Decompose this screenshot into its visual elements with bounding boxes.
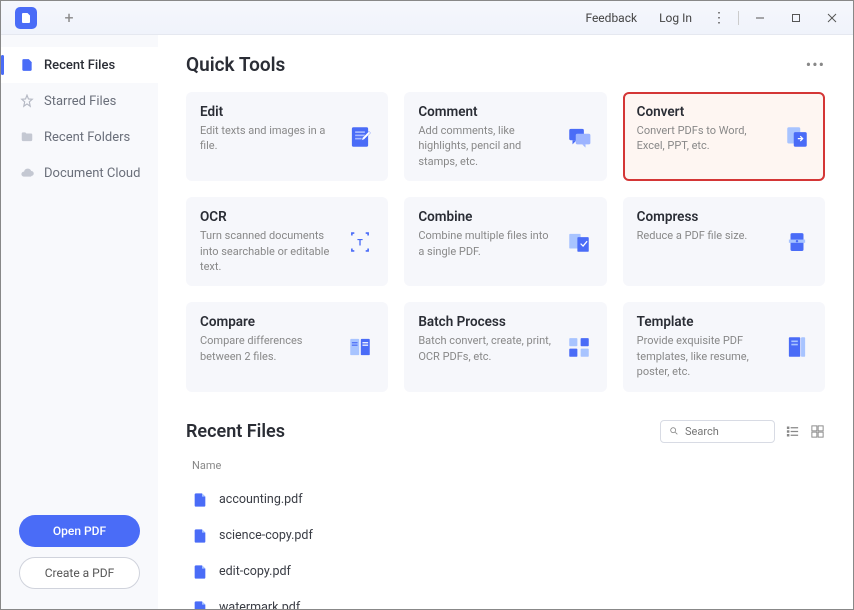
tool-card-batch-process[interactable]: Batch Process Batch convert, create, prin… — [404, 302, 606, 391]
tool-card-convert[interactable]: Convert Convert PDFs to Word, Excel, PPT,… — [623, 92, 825, 181]
open-pdf-button[interactable]: Open PDF — [19, 515, 140, 547]
pdf-file-icon — [192, 527, 208, 545]
tool-card-ocr[interactable]: OCR Turn scanned documents into searchabl… — [186, 197, 388, 286]
titlebar: + Feedback Log In ⋮ — [1, 1, 853, 35]
sidebar-item-label: Starred Files — [44, 94, 116, 109]
tool-title: Comment — [418, 104, 554, 120]
sidebar-item-label: Recent Folders — [44, 130, 130, 145]
tool-title: Compress — [637, 209, 773, 225]
tool-title: OCR — [200, 209, 336, 225]
tool-card-combine[interactable]: Combine Combine multiple files into a sin… — [404, 197, 606, 286]
close-button[interactable] — [815, 3, 849, 33]
tool-card-edit[interactable]: Edit Edit texts and images in a file. — [186, 92, 388, 181]
tool-desc: Compare differences between 2 files. — [200, 333, 336, 364]
ocr-icon: T — [346, 228, 374, 256]
search-icon — [669, 425, 679, 437]
batch-icon — [565, 333, 593, 361]
pdf-file-icon — [192, 491, 208, 509]
recent-files-title: Recent Files — [186, 421, 285, 442]
tool-desc: Edit texts and images in a file. — [200, 123, 336, 154]
search-box[interactable] — [660, 420, 775, 443]
tool-desc: Turn scanned documents into searchable o… — [200, 228, 336, 274]
template-icon — [783, 333, 811, 361]
file-row[interactable]: accounting.pdf — [186, 482, 825, 518]
file-name: edit-copy.pdf — [219, 564, 291, 579]
tool-desc: Add comments, like highlights, pencil an… — [418, 123, 554, 169]
tool-desc: Batch convert, create, print, OCR PDFs, … — [418, 333, 554, 364]
titlebar-menu-icon[interactable]: ⋮ — [704, 10, 734, 26]
sidebar-item-recent-files[interactable]: Recent Files — [1, 47, 158, 83]
pdf-file-icon — [192, 563, 208, 581]
tool-card-template[interactable]: Template Provide exquisite PDF templates,… — [623, 302, 825, 391]
combine-icon — [565, 228, 593, 256]
file-row[interactable]: science-copy.pdf — [186, 518, 825, 554]
tool-desc: Combine multiple files into a single PDF… — [418, 228, 554, 259]
divider — [738, 11, 739, 25]
file-name: accounting.pdf — [219, 492, 303, 507]
minimize-button[interactable] — [743, 3, 777, 33]
tool-title: Batch Process — [418, 314, 554, 330]
sidebar: Recent Files Starred Files Recent Folder… — [1, 35, 158, 609]
compress-icon — [783, 228, 811, 256]
tool-desc: Provide exquisite PDF templates, like re… — [637, 333, 773, 379]
file-row[interactable]: watermark.pdf — [186, 590, 825, 609]
edit-icon — [346, 123, 374, 151]
tool-title: Convert — [637, 104, 773, 120]
svg-text:T: T — [358, 238, 364, 248]
tool-title: Combine — [418, 209, 554, 225]
comment-icon — [565, 123, 593, 151]
tool-desc: Reduce a PDF file size. — [637, 228, 773, 243]
tool-title: Template — [637, 314, 773, 330]
list-view-icon[interactable] — [785, 424, 800, 439]
sidebar-item-label: Document Cloud — [44, 166, 140, 181]
pdf-file-icon — [192, 599, 208, 609]
tools-grid: Edit Edit texts and images in a file. Comm… — [186, 92, 825, 392]
column-name-header: Name — [186, 459, 825, 472]
star-icon — [19, 93, 35, 109]
folder-icon — [19, 129, 35, 145]
cloud-icon — [19, 165, 35, 181]
sidebar-item-starred-files[interactable]: Starred Files — [1, 83, 158, 119]
tool-card-comment[interactable]: Comment Add comments, like highlights, pe… — [404, 92, 606, 181]
feedback-link[interactable]: Feedback — [575, 7, 647, 29]
quick-tools-more-icon[interactable]: ••• — [806, 55, 825, 74]
compare-icon — [346, 333, 374, 361]
new-tab-button[interactable]: + — [57, 6, 81, 30]
maximize-button[interactable] — [779, 3, 813, 33]
file-name: science-copy.pdf — [219, 528, 313, 543]
convert-icon — [783, 123, 811, 151]
login-link[interactable]: Log In — [649, 7, 702, 29]
tool-card-compress[interactable]: Compress Reduce a PDF file size. — [623, 197, 825, 286]
tool-desc: Convert PDFs to Word, Excel, PPT, etc. — [637, 123, 773, 154]
main-content: Quick Tools ••• Edit Edit texts and image… — [158, 35, 853, 609]
quick-tools-title: Quick Tools — [186, 53, 285, 76]
file-icon — [19, 57, 35, 73]
tool-card-compare[interactable]: Compare Compare differences between 2 fil… — [186, 302, 388, 391]
create-pdf-button[interactable]: Create a PDF — [19, 557, 140, 589]
sidebar-item-label: Recent Files — [44, 58, 115, 73]
file-row[interactable]: edit-copy.pdf — [186, 554, 825, 590]
tool-title: Edit — [200, 104, 336, 120]
grid-view-icon[interactable] — [810, 424, 825, 439]
search-input[interactable] — [685, 425, 766, 438]
sidebar-item-recent-folders[interactable]: Recent Folders — [1, 119, 158, 155]
tool-title: Compare — [200, 314, 336, 330]
app-logo-icon — [15, 7, 37, 29]
file-name: watermark.pdf — [219, 600, 300, 609]
sidebar-item-document-cloud[interactable]: Document Cloud — [1, 155, 158, 191]
file-list: accounting.pdf science-copy.pdf edit-copy.… — [186, 482, 825, 609]
